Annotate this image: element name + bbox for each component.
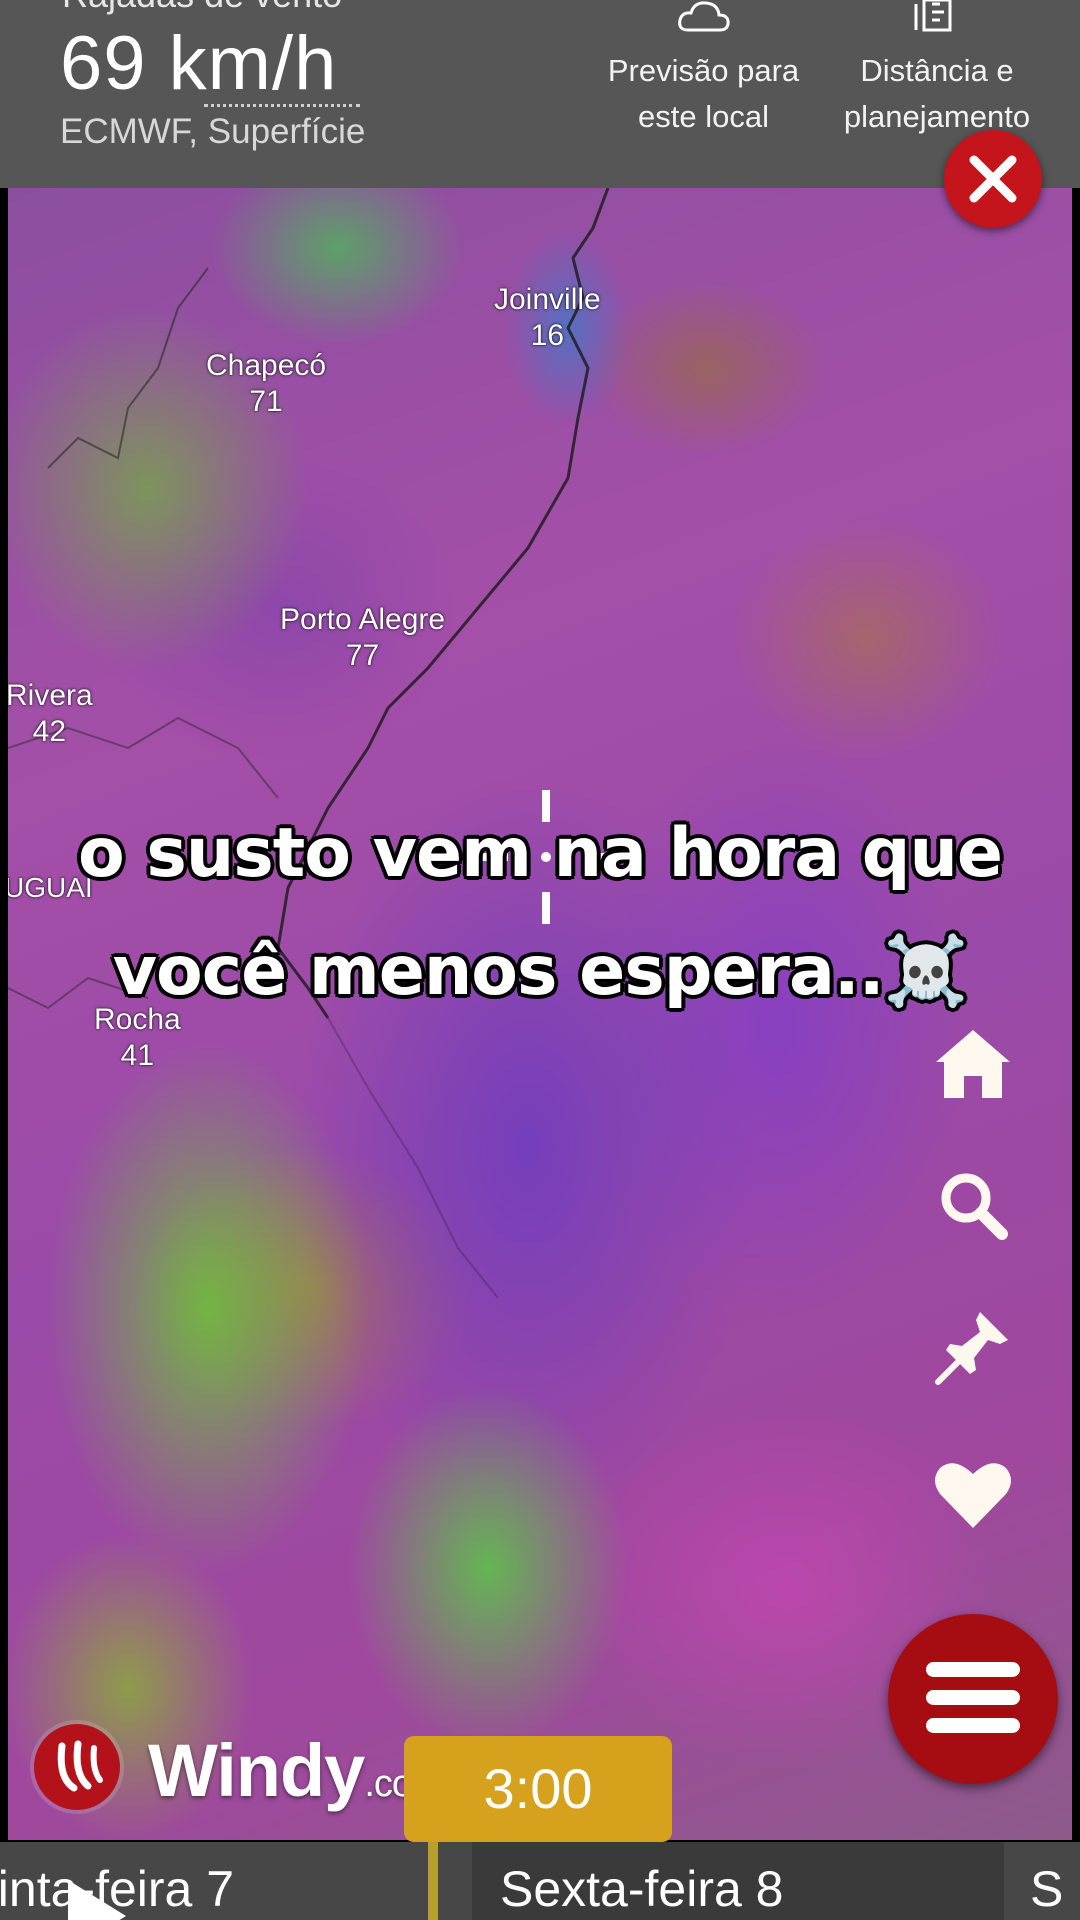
day-next[interactable]: S	[1030, 1860, 1063, 1918]
city-rivera[interactable]: Rivera 42	[8, 678, 93, 750]
cloud-icon	[677, 1, 730, 32]
city-joinville[interactable]: Joinville 16	[494, 282, 601, 354]
home-icon	[936, 1030, 1010, 1098]
city-wind-value: 71	[249, 385, 283, 418]
home-button[interactable]	[928, 1018, 1018, 1108]
city-name: Porto Alegre	[280, 603, 446, 636]
model-source[interactable]: ECMWF, Superfície	[60, 112, 365, 152]
favorites-button[interactable]	[928, 1448, 1018, 1538]
city-wind-value: 16	[530, 319, 565, 352]
wind-gust-value[interactable]: 69 km/h	[60, 20, 337, 107]
windy-logo-text[interactable]: Windy.com	[148, 1728, 444, 1813]
ruler-icon	[914, 0, 952, 32]
distance-planning-button[interactable]: Distância e planejamento	[830, 0, 1044, 140]
info-header: Rajadas de vento 69 km/h ECMWF, Superfíc…	[0, 0, 1080, 188]
timeline-marker	[428, 1842, 438, 1920]
brand-name: Windy	[148, 1729, 365, 1812]
search-icon	[941, 1173, 1008, 1240]
timeline-bar[interactable]: uinta-feira 7 Sexta-feira 8 S	[0, 1842, 1080, 1920]
city-name: Rivera	[8, 679, 93, 712]
search-button[interactable]	[928, 1160, 1018, 1250]
city-name: Chapecó	[206, 349, 327, 382]
layer-title: Rajadas de vento	[62, 0, 342, 16]
forecast-label-line1: Previsão para	[607, 53, 800, 88]
forecast-location-button[interactable]: Previsão para este local	[596, 0, 811, 140]
distance-label-line1: Distância e	[860, 53, 1014, 88]
day-current-label: Sexta-feira 8	[500, 1861, 784, 1917]
pin-button[interactable]	[928, 1302, 1018, 1392]
city-wind-value: 41	[120, 1039, 155, 1072]
hamburger-menu-icon	[926, 1662, 1020, 1677]
play-icon[interactable]	[68, 1880, 126, 1920]
city-name: Joinville	[494, 283, 601, 316]
city-wind-value: 42	[32, 715, 67, 748]
caption-line-1: o susto vem na hora que	[77, 814, 1003, 893]
video-caption: o susto vem na hora que você menos esper…	[0, 795, 1080, 1031]
windy-logo-icon[interactable]	[34, 1724, 120, 1810]
city-porto-alegre[interactable]: Porto Alegre 77	[280, 602, 445, 674]
city-chapeco[interactable]: Chapecó 71	[206, 348, 326, 420]
close-icon	[969, 155, 1017, 203]
forecast-label-line2: este local	[638, 99, 769, 134]
close-button[interactable]	[944, 130, 1042, 228]
heart-icon	[935, 1463, 1011, 1528]
caption-line-2: você menos espera..☠️	[112, 932, 969, 1011]
city-wind-value: 77	[345, 639, 380, 672]
main-menu-button[interactable]	[888, 1614, 1058, 1784]
unit-underline	[204, 104, 360, 107]
pin-icon	[935, 1312, 1008, 1385]
day-current[interactable]: Sexta-feira 8	[472, 1842, 1004, 1920]
current-time-indicator[interactable]: 3:00	[404, 1736, 672, 1870]
